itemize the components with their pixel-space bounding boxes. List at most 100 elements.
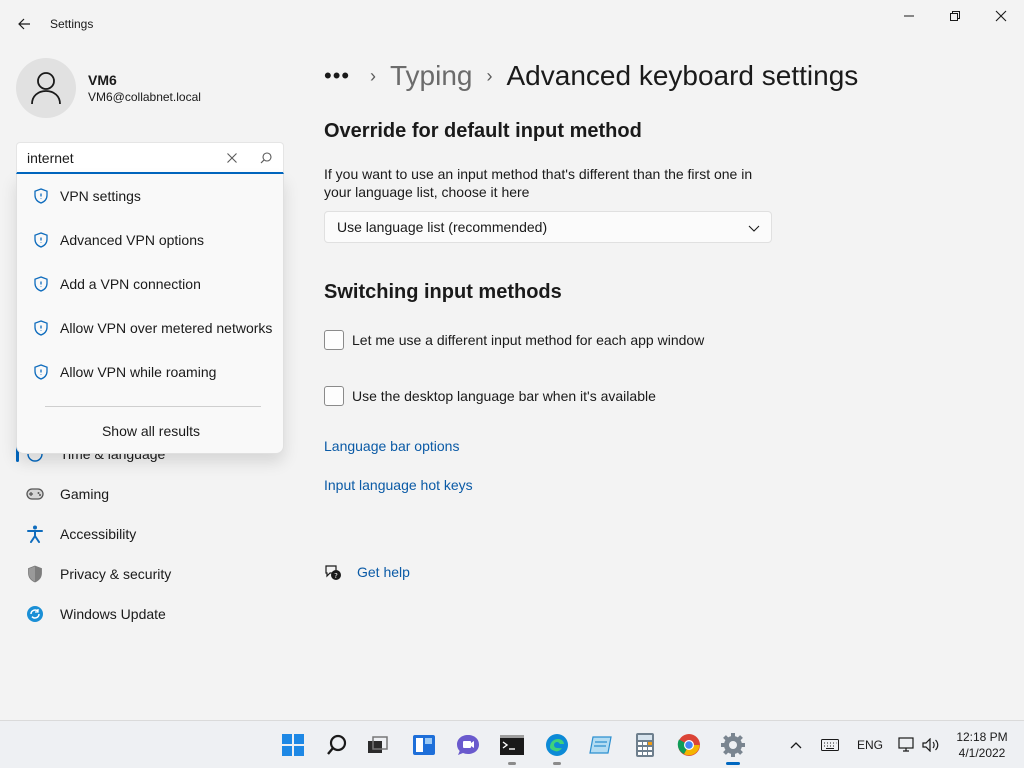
chevron-up-icon	[790, 742, 802, 749]
terminal-app[interactable]	[496, 729, 528, 765]
task-view-button[interactable]	[362, 729, 394, 761]
sidebar-item-windows-update[interactable]: Windows Update	[16, 596, 284, 632]
widgets-button[interactable]	[408, 729, 440, 761]
chat-button[interactable]	[452, 729, 484, 761]
widgets-icon	[413, 735, 435, 755]
sidebar-item-label: Privacy & security	[60, 566, 172, 582]
search-button[interactable]	[255, 147, 277, 169]
running-indicator	[508, 762, 516, 765]
start-button[interactable]	[277, 729, 309, 761]
breadcrumb-parent-link[interactable]: Typing	[390, 60, 473, 92]
user-profile[interactable]: VM6 VM6@collabnet.local	[16, 58, 201, 118]
suggestion-label: Allow VPN while roaming	[60, 364, 217, 380]
language-bar-options-link[interactable]: Language bar options	[324, 438, 459, 454]
suggestion-label: VPN settings	[60, 188, 141, 204]
sidebar-item-label: Gaming	[60, 486, 110, 502]
show-all-results-button[interactable]: Show all results	[17, 418, 285, 444]
search-box	[16, 142, 284, 174]
update-icon	[26, 605, 44, 623]
chat-icon	[457, 735, 479, 755]
title-bar: Settings	[0, 0, 1024, 48]
restore-button[interactable]	[932, 4, 978, 28]
running-indicator	[553, 762, 561, 765]
avatar	[16, 58, 76, 118]
search-icon	[327, 734, 347, 755]
back-arrow-icon	[18, 18, 30, 30]
search-input[interactable]	[17, 143, 213, 172]
suggestion-add-vpn-connection[interactable]: Add a VPN connection	[17, 264, 283, 304]
breadcrumb-more-button[interactable]: •••	[324, 63, 356, 89]
suggestion-vpn-roaming[interactable]: Allow VPN while roaming	[17, 352, 283, 392]
input-language-indicator[interactable]: ENG	[857, 738, 883, 752]
sidebar-item-gaming[interactable]: Gaming	[16, 476, 284, 512]
checkbox-label: Use the desktop language bar when it's a…	[352, 388, 656, 404]
calculator-app[interactable]	[629, 729, 661, 761]
close-icon	[227, 153, 237, 163]
close-button[interactable]	[978, 4, 1024, 28]
shield-icon	[34, 276, 48, 292]
back-button[interactable]	[12, 12, 36, 36]
page-title: Advanced keyboard settings	[506, 60, 859, 91]
per-app-input-option: Let me use a different input method for …	[324, 329, 704, 351]
shield-icon	[34, 188, 48, 204]
settings-icon	[721, 733, 745, 757]
help-icon: ?	[325, 565, 341, 580]
keyboard-icon	[821, 739, 839, 751]
profile-email: VM6@collabnet.local	[88, 90, 201, 104]
section-title-override: Override for default input method	[324, 120, 642, 142]
suggestion-vpn-metered[interactable]: Allow VPN over metered networks	[17, 308, 283, 348]
chrome-app[interactable]	[673, 729, 705, 761]
minimize-button[interactable]	[886, 4, 932, 28]
sidebar-item-accessibility[interactable]: Accessibility	[16, 516, 284, 552]
clear-search-button[interactable]	[221, 147, 243, 169]
clock-date: 4/1/2022	[958, 746, 1006, 760]
network-status[interactable]	[895, 729, 919, 761]
chrome-icon	[677, 734, 700, 756]
active-app-indicator	[726, 762, 740, 765]
sidebar-item-label: Accessibility	[60, 526, 137, 542]
gamepad-icon	[26, 485, 44, 503]
network-app[interactable]	[585, 729, 617, 761]
desktop-language-bar-option: Use the desktop language bar when it's a…	[324, 385, 656, 407]
input-method-dropdown[interactable]: Use language list (recommended)	[324, 211, 772, 243]
get-help-label: Get help	[357, 564, 410, 580]
clock[interactable]: 12:18 PM 4/1/2022	[950, 729, 1014, 761]
divider	[45, 406, 261, 407]
suggestion-label: Add a VPN connection	[60, 276, 201, 292]
chevron-down-icon	[748, 225, 760, 232]
show-hidden-icons-button[interactable]	[786, 729, 806, 761]
restore-icon	[950, 11, 960, 21]
profile-name: VM6	[88, 72, 117, 88]
shield-icon	[26, 565, 44, 583]
volume-icon	[922, 738, 939, 752]
start-icon	[282, 734, 304, 756]
task-view-icon	[368, 736, 388, 753]
network-app-icon	[589, 736, 612, 754]
search-icon	[260, 152, 272, 164]
taskbar-search-button[interactable]	[321, 729, 353, 761]
touch-keyboard-button[interactable]	[816, 729, 844, 761]
override-description: If you want to use an input method that'…	[324, 166, 753, 200]
search-suggestions: VPN settings Advanced VPN options Add a …	[16, 174, 284, 454]
suggestion-advanced-vpn-options[interactable]: Advanced VPN options	[17, 220, 283, 260]
get-help-link[interactable]: ? Get help	[324, 562, 410, 582]
per-app-input-checkbox[interactable]	[324, 330, 344, 350]
desktop-language-bar-checkbox[interactable]	[324, 386, 344, 406]
volume-status[interactable]	[919, 729, 943, 761]
edge-app[interactable]	[541, 729, 573, 765]
input-language-hot-keys-link[interactable]: Input language hot keys	[324, 477, 473, 493]
network-icon	[898, 737, 914, 752]
terminal-icon	[500, 735, 524, 755]
suggestion-label: Allow VPN over metered networks	[60, 320, 273, 336]
sidebar-item-privacy-security[interactable]: Privacy & security	[16, 556, 284, 592]
taskbar: ENG 12:18 PM 4/1/2022	[0, 720, 1024, 768]
chevron-right-icon: ›	[486, 65, 493, 86]
sidebar-item-label: Windows Update	[60, 606, 166, 622]
calculator-icon	[636, 733, 654, 757]
clock-time: 12:18 PM	[956, 730, 1008, 744]
settings-app[interactable]	[717, 729, 749, 765]
shield-icon	[34, 232, 48, 248]
svg-text:?: ?	[334, 572, 338, 580]
suggestion-vpn-settings[interactable]: VPN settings	[17, 176, 283, 216]
breadcrumb: ••• › Typing › Advanced keyboard setting…	[324, 56, 858, 96]
